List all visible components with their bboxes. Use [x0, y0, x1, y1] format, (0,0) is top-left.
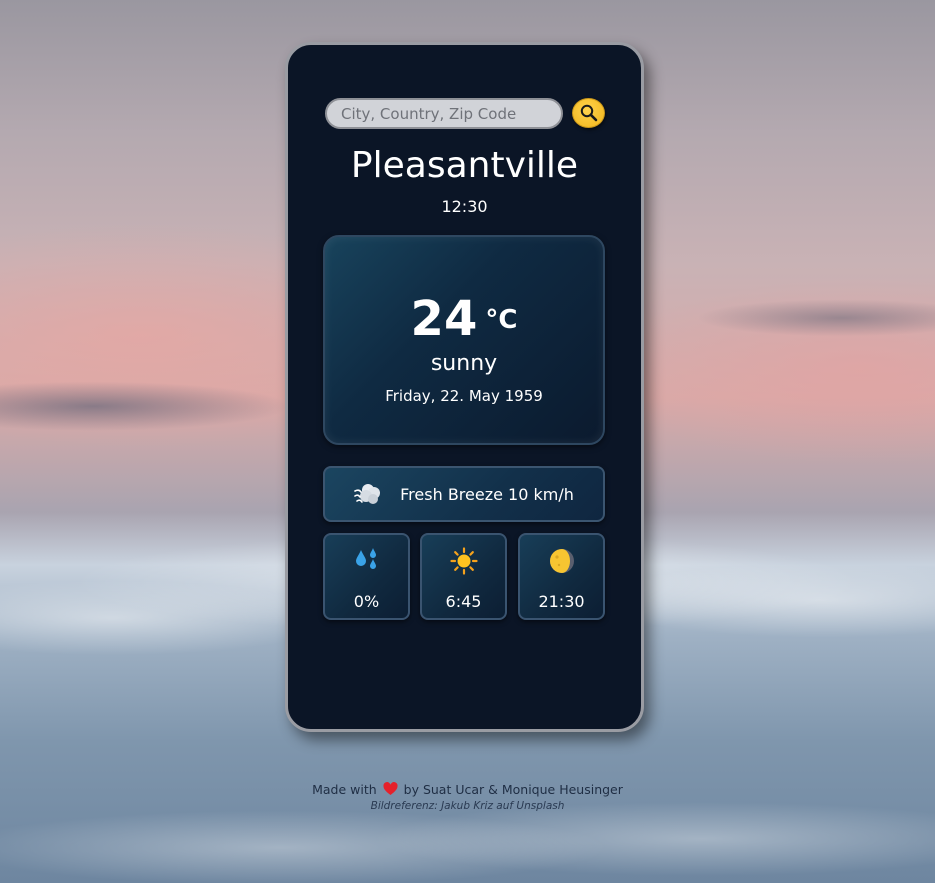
moon-icon	[549, 549, 574, 573]
rain-drops-icon	[355, 548, 376, 569]
weather-date: Friday, 22. May 1959	[385, 387, 543, 405]
heart-icon	[383, 782, 398, 795]
precipitation-card: 0%	[323, 533, 410, 620]
sunrise-card: 6:45	[420, 533, 507, 620]
temperature-row: 24 °C	[325, 291, 603, 347]
temperature-unit: °C	[485, 305, 518, 335]
sunset-card: 21:30	[518, 533, 605, 620]
weather-condition: sunny	[430, 351, 498, 376]
wind-card: Fresh Breeze 10 km/h	[323, 466, 605, 522]
current-weather-card: 24 °C sunny Friday, 22. May 1959	[323, 235, 605, 445]
search-input[interactable]	[325, 98, 563, 129]
wind-icon	[354, 484, 381, 504]
temperature-value: 24	[410, 291, 478, 347]
footer-authors: by Suat Ucar & Monique Heusinger	[403, 782, 623, 797]
image-credit: Bildreferenz: Jakub Kriz auf Unsplash	[370, 800, 565, 812]
search-button[interactable]	[572, 98, 605, 128]
sunset-value: 21:30	[538, 592, 585, 611]
precipitation-value: 0%	[353, 592, 380, 611]
footer-made-with: Made with	[312, 782, 377, 797]
local-time: 12:30	[441, 197, 488, 216]
sunrise-value: 6:45	[445, 592, 482, 611]
sun-icon	[449, 547, 478, 575]
weather-app-panel: Pleasantville 12:30 24°C sunny Friday, 2…	[285, 42, 644, 732]
wind-label: Fresh Breeze 10 km/h	[400, 484, 574, 504]
footer-credits: Made with by Suat Ucar & Monique Heusing…	[0, 782, 935, 797]
search-icon	[580, 104, 597, 122]
city-name: Pleasantville	[350, 145, 579, 186]
